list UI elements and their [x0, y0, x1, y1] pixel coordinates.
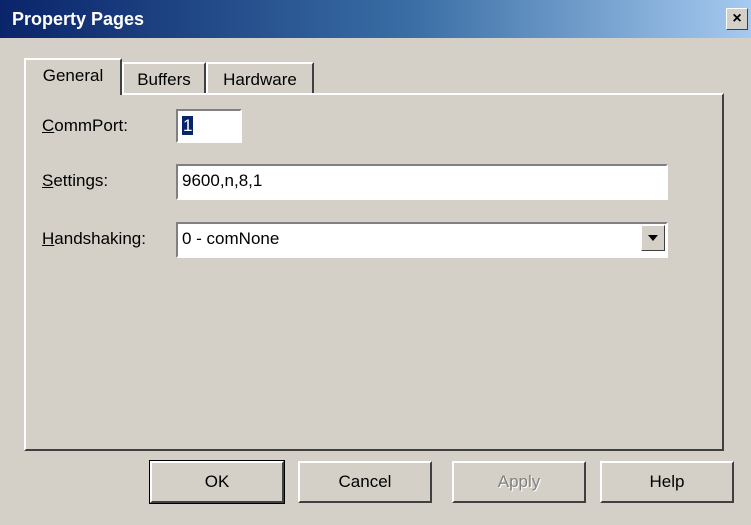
settings-value: 9600,n,8,1 — [182, 171, 263, 190]
tab-hardware[interactable]: Hardware — [206, 62, 314, 94]
commport-value: 1 — [182, 116, 194, 135]
tab-general[interactable]: General — [24, 58, 122, 95]
tab-label: Buffers — [137, 70, 191, 89]
handshaking-value: 0 - comNone — [182, 229, 280, 248]
dropdown-button[interactable] — [641, 225, 665, 251]
handshaking-label: Handshaking: — [42, 229, 146, 248]
tab-buffers[interactable]: Buffers — [122, 62, 206, 94]
settings-label: Settings: — [42, 171, 109, 190]
tab-label: General — [42, 66, 104, 85]
settings-field[interactable]: 9600,n,8,1 — [176, 164, 668, 200]
commport-field[interactable]: 1 — [176, 109, 242, 143]
handshaking-select[interactable]: 0 - comNone — [176, 222, 668, 258]
tab-label: Hardware — [223, 70, 297, 89]
ok-button[interactable]: OK — [149, 460, 285, 504]
title-bar: Property Pages × — [0, 0, 751, 38]
cancel-button[interactable]: Cancel — [298, 461, 432, 503]
apply-button[interactable]: Apply — [452, 461, 586, 503]
window-title: Property Pages — [12, 9, 145, 29]
close-icon: × — [732, 10, 742, 27]
tab-panel-general — [24, 93, 724, 451]
help-button[interactable]: Help — [600, 461, 734, 503]
commport-label: CommPort: — [42, 116, 128, 135]
close-button[interactable]: × — [726, 8, 748, 30]
chevron-down-icon — [648, 235, 658, 241]
